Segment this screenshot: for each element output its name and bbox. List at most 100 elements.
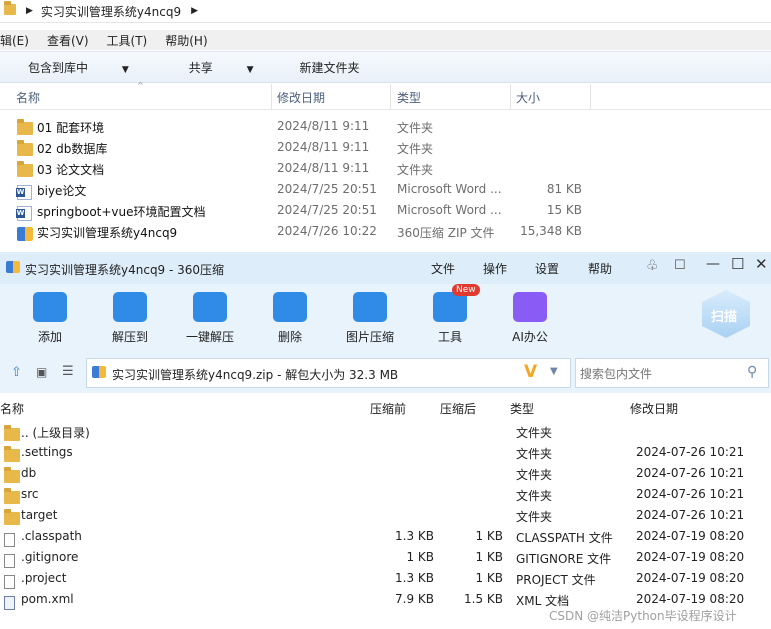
share-button[interactable]: 共享 ▼ xyxy=(175,59,270,76)
archive-row[interactable]: db 文件夹 2024-07-26 10:21 xyxy=(0,462,771,483)
column-name[interactable]: 名称 xyxy=(0,400,24,417)
search-box[interactable]: ⚲ xyxy=(575,358,769,388)
feedback-icon[interactable]: ☐ xyxy=(674,258,686,273)
tool-image-compress-button[interactable]: 图片压缩 xyxy=(335,292,405,345)
new-folder-button[interactable]: 新建文件夹 xyxy=(300,59,360,76)
archive-file-date: 2024-07-26 10:21 xyxy=(636,487,745,501)
folder-icon xyxy=(4,1,16,18)
file-date: 2024/8/11 9:11 xyxy=(277,119,370,133)
sort-up-icon: ^ xyxy=(137,81,144,90)
tool-label: 添加 xyxy=(37,330,62,344)
archive-row[interactable]: .. (上级目录) 文件夹 xyxy=(0,420,771,441)
explorer-window: ▶ 实习实训管理系统y4ncq9 ▶ 辑(E) 查看(V) 工具(T) 帮助(H… xyxy=(0,0,771,252)
tool-label: 图片压缩 xyxy=(345,330,394,344)
file-row[interactable]: 01 配套环境 2024/8/11 9:11 文件夹 xyxy=(0,116,771,137)
menu-help[interactable]: 帮助(H) xyxy=(165,32,207,49)
column-header: ^ 名称 修改日期 类型 大小 xyxy=(0,81,771,110)
nav-bar: ⇧ ▣ ☰ 实习实训管理系统y4ncq9.zip - 解包大小为 32.3 MB… xyxy=(0,355,771,393)
tool-label: 工具 xyxy=(437,330,462,344)
search-input[interactable] xyxy=(578,363,742,385)
file-type: 文件夹 xyxy=(397,121,434,135)
file-row[interactable]: 03 论文文档 2024/8/11 9:11 文件夹 xyxy=(0,158,771,179)
archive-row[interactable]: target 文件夹 2024-07-26 10:21 xyxy=(0,504,771,525)
scan-button[interactable]: 扫描 xyxy=(702,290,750,338)
column-compressed[interactable]: 压缩后 xyxy=(440,400,476,417)
search-icon[interactable]: ⚲ xyxy=(747,364,757,380)
column-name[interactable]: 名称 xyxy=(16,89,40,106)
archive-file-size: 1.3 KB xyxy=(395,529,434,543)
menu-file[interactable]: 文件 xyxy=(431,260,455,277)
archive-row[interactable]: src 文件夹 2024-07-26 10:21 xyxy=(0,483,771,504)
file-name: 01 配套环境 xyxy=(37,121,105,135)
tool-tools-button[interactable]: 工具 xyxy=(415,292,485,345)
maximize-icon[interactable]: ☐ xyxy=(731,255,744,273)
menu-tools[interactable]: 工具(T) xyxy=(107,32,148,49)
column-date[interactable]: 修改日期 xyxy=(630,400,678,417)
archive-path: 实习实训管理系统y4ncq9.zip - 解包大小为 32.3 MB xyxy=(112,368,399,382)
archive-file-type: 文件夹 xyxy=(516,489,553,503)
chevron-right-icon[interactable]: ▶ xyxy=(26,6,33,16)
file-size: 15 KB xyxy=(546,203,582,217)
file-row[interactable]: 实习实训管理系统y4ncq9 2024/7/26 10:22 360压缩 ZIP 文… xyxy=(0,221,771,242)
archive-file-compressed: 1.5 KB xyxy=(464,592,503,606)
zip-archive-icon xyxy=(6,261,20,276)
file-name: biye论文 xyxy=(37,184,87,198)
archive-row[interactable]: .classpath 1.3 KB 1 KB CLASSPATH 文件 2024-07-… xyxy=(0,525,771,547)
file-name: 03 论文文档 xyxy=(37,163,105,177)
archive-row[interactable]: .gitignore 1 KB 1 KB GITIGNORE 文件 2024-07-19… xyxy=(0,546,771,568)
v-logo-icon[interactable]: V xyxy=(524,362,537,382)
file-size: 15,348 KB xyxy=(520,224,582,238)
tool-label: AI办公 xyxy=(512,330,548,344)
up-arrow-icon[interactable]: ⇧ xyxy=(11,365,22,380)
thumbnail-view-icon[interactable]: ▣ xyxy=(36,365,47,379)
archive-row[interactable]: .settings 文件夹 2024-07-26 10:21 xyxy=(0,441,771,462)
file-row[interactable]: 02 db数据库 2024/8/11 9:11 文件夹 xyxy=(0,137,771,158)
add-icon xyxy=(33,292,67,322)
menu-view[interactable]: 查看(V) xyxy=(47,32,89,49)
menu-settings[interactable]: 设置 xyxy=(535,260,559,277)
include-in-library-button[interactable]: 包含到库中 ▼ xyxy=(14,59,145,76)
address-bar[interactable]: ▶ 实习实训管理系统y4ncq9 ▶ xyxy=(0,0,771,23)
column-size[interactable]: 压缩前 xyxy=(370,400,406,417)
tool-ai-office-button[interactable]: AI办公 xyxy=(495,292,565,345)
one-click-extract-icon xyxy=(193,292,227,322)
list-view-icon[interactable]: ☰ xyxy=(62,364,74,379)
file-row[interactable]: biye论文 2024/7/25 20:51 Microsoft Word ... 8… xyxy=(0,179,771,200)
column-type[interactable]: 类型 xyxy=(510,400,534,417)
column-size[interactable]: 大小 xyxy=(516,89,540,106)
tool-extract-to-button[interactable]: 解压到 xyxy=(95,292,165,345)
file-type: 360压缩 ZIP 文件 xyxy=(397,226,495,240)
tool-one-click-extract-button[interactable]: 一键解压 xyxy=(175,292,245,345)
archive-file-type: CLASSPATH 文件 xyxy=(516,531,613,545)
file-row[interactable]: springboot+vue环境配置文档 2024/7/25 20:51 Micro… xyxy=(0,200,771,221)
archive-row[interactable]: pom.xml 7.9 KB 1.5 KB XML 文档 2024-07-19 08:2… xyxy=(0,588,771,610)
menu-operate[interactable]: 操作 xyxy=(483,260,507,277)
archive-file-type: 文件夹 xyxy=(516,468,553,482)
new-badge: New xyxy=(452,284,480,296)
toolbar: 添加 解压到 一键解压 删除 图片压缩 工具 AI办公 New 扫描 xyxy=(0,284,771,355)
skin-icon[interactable]: ♧ xyxy=(646,258,659,274)
archive-file-type: 文件夹 xyxy=(516,426,553,440)
file-name: springboot+vue环境配置文档 xyxy=(37,205,206,219)
column-type[interactable]: 类型 xyxy=(397,89,421,106)
menu-help[interactable]: 帮助 xyxy=(588,260,612,277)
archive-file-size: 1 KB xyxy=(406,550,434,564)
ai-office-icon xyxy=(513,292,547,322)
archive-row[interactable]: .project 1.3 KB 1 KB PROJECT 文件 2024-07-19 0… xyxy=(0,567,771,589)
tool-add-button[interactable]: 添加 xyxy=(15,292,85,345)
archive-file-name: .. (上级目录) xyxy=(21,426,90,440)
file-size: 81 KB xyxy=(546,182,582,196)
dropdown-arrow-icon[interactable]: ▼ xyxy=(550,366,558,377)
column-date[interactable]: 修改日期 xyxy=(277,89,325,106)
archive-file-type: 文件夹 xyxy=(516,510,553,524)
menu-edit[interactable]: 辑(E) xyxy=(0,32,29,49)
close-icon[interactable]: ✕ xyxy=(755,255,768,273)
file-type: Microsoft Word ... xyxy=(397,182,502,196)
chevron-right-icon[interactable]: ▶ xyxy=(191,6,198,16)
tool-recycle-bin-button[interactable]: 删除 xyxy=(255,292,325,345)
archive-path-bar[interactable]: 实习实训管理系统y4ncq9.zip - 解包大小为 32.3 MB V ▼ xyxy=(86,358,571,388)
breadcrumb[interactable]: 实习实训管理系统y4ncq9 xyxy=(41,3,181,20)
minimize-icon[interactable]: — xyxy=(706,256,720,272)
title-bar: 实习实训管理系统y4ncq9 - 360压缩 文件 操作 设置 帮助 ♧ ☐ —… xyxy=(0,252,771,284)
archive-file-name: .project xyxy=(21,571,67,585)
